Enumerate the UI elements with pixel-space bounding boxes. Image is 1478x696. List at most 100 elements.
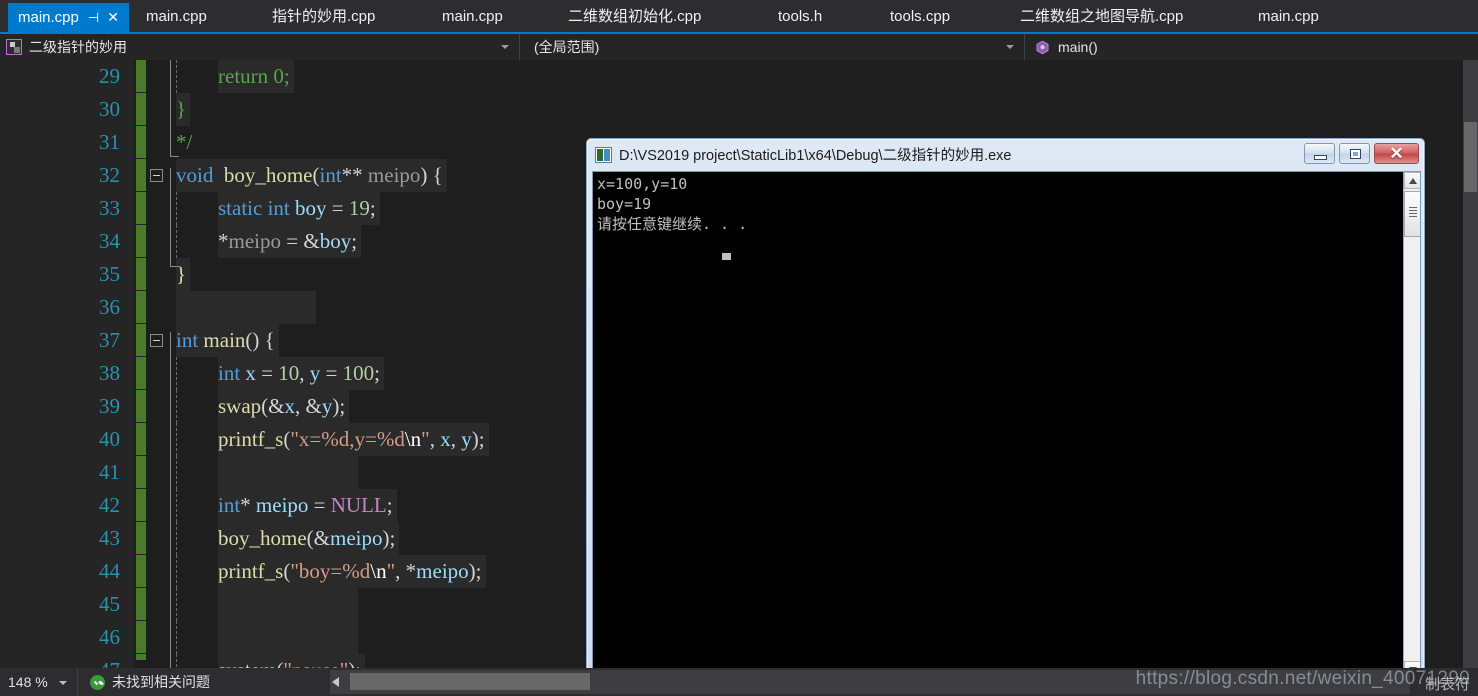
- code-text-wrapper: printf_s("x=%d,y=%d\n", x, y);: [218, 423, 489, 456]
- editor-tab-label: main.cpp: [146, 8, 207, 25]
- code-token: =: [308, 493, 331, 517]
- code-token: \n: [404, 427, 422, 451]
- issue-status-text: 未找到相关问题: [112, 674, 210, 690]
- code-token: ": [421, 427, 430, 451]
- code-text: *meipo = &boy;: [218, 225, 362, 258]
- code-token: ;: [369, 196, 376, 220]
- code-token: () {: [245, 328, 275, 352]
- code-token: meipo: [228, 229, 282, 253]
- horizontal-scrollbar-thumb[interactable]: [350, 673, 590, 690]
- line-number: 47: [0, 654, 120, 668]
- code-token: int: [176, 328, 199, 352]
- code-token: printf_s: [218, 427, 284, 451]
- console-window[interactable]: D:\VS2019 project\StaticLib1\x64\Debug\二…: [586, 138, 1425, 683]
- indent-guide: [176, 588, 177, 621]
- console-title-text: D:\VS2019 project\StaticLib1\x64\Debug\二…: [619, 148, 1012, 164]
- code-token: *: [218, 229, 229, 253]
- code-token: NULL: [330, 493, 387, 517]
- code-text: printf_s("x=%d,y=%d\n", x, y);: [218, 423, 489, 456]
- editor-tab-7[interactable]: 二维数组之地图导航.cpp: [1010, 1, 1193, 32]
- collapse-toggle[interactable]: [150, 334, 163, 347]
- scroll-left-arrow-icon[interactable]: [332, 677, 339, 687]
- editor-tab-0[interactable]: main.cpp ⊣ ✕: [8, 3, 129, 32]
- chevron-down-icon[interactable]: [1006, 45, 1014, 49]
- console-scrollbar[interactable]: [1403, 172, 1420, 678]
- editor-tab-2[interactable]: 指针的妙用.cpp: [262, 1, 385, 32]
- console-scroll-up-button[interactable]: [1404, 172, 1420, 189]
- line-number: 30: [99, 97, 120, 121]
- cmd-icon: [595, 146, 612, 163]
- code-token: system: [218, 658, 276, 668]
- project-selector[interactable]: 二级指针的妙用: [0, 34, 520, 60]
- zoom-level-selector[interactable]: 148 %: [0, 668, 78, 696]
- editor-tab-6[interactable]: tools.cpp: [880, 1, 960, 32]
- minimize-button[interactable]: [1304, 143, 1335, 164]
- line-number: 35: [99, 262, 120, 286]
- code-token: int: [218, 361, 241, 385]
- issue-status[interactable]: 未找到相关问题: [78, 668, 210, 696]
- indent-guide: [176, 423, 177, 456]
- minimize-icon: [1314, 155, 1327, 160]
- editor-scrollbar-thumb[interactable]: [1464, 122, 1477, 192]
- code-token: x: [284, 394, 296, 418]
- line-number: 40: [99, 427, 120, 451]
- triangle-up-icon: [1409, 178, 1417, 184]
- line-number: 32: [99, 163, 120, 187]
- editor-tab-4[interactable]: 二维数组初始化.cpp: [558, 1, 711, 32]
- code-text: boy_home(&meipo);: [218, 522, 400, 555]
- code-token: */: [176, 130, 193, 154]
- indent-guide: [176, 555, 177, 588]
- editor-tab-5[interactable]: tools.h: [768, 1, 832, 32]
- code-token: static: [218, 196, 263, 220]
- editor-vertical-scrollbar[interactable]: [1463, 60, 1478, 668]
- code-line[interactable]: 29 return 0;: [0, 60, 1478, 93]
- code-token: ,: [299, 361, 310, 385]
- editor-tab-1[interactable]: main.cpp: [136, 1, 217, 32]
- collapse-toggle[interactable]: [150, 169, 163, 182]
- code-token: **: [341, 163, 363, 187]
- project-icon: [6, 39, 22, 55]
- code-text: [218, 456, 358, 489]
- close-icon[interactable]: ✕: [107, 9, 119, 26]
- code-token: , &: [295, 394, 322, 418]
- code-token: meipo: [416, 559, 469, 583]
- scope-name: (全局范围): [534, 39, 600, 55]
- code-token: meipo: [329, 526, 383, 550]
- code-token: ;: [374, 361, 380, 385]
- editor-tab-8[interactable]: main.cpp: [1248, 1, 1329, 32]
- indent-guide: [176, 489, 177, 522]
- editor-tab-label: tools.cpp: [890, 8, 951, 25]
- scope-bracket-foot: [170, 156, 179, 157]
- code-token: ,: [429, 427, 441, 451]
- project-name: 二级指针的妙用: [29, 39, 127, 55]
- pin-icon[interactable]: ⊣: [88, 10, 99, 26]
- code-token: meipo: [362, 163, 421, 187]
- code-token: y: [309, 361, 321, 385]
- maximize-button[interactable]: [1339, 143, 1370, 164]
- close-button[interactable]: ✕: [1374, 143, 1419, 164]
- console-scrollbar-thumb[interactable]: [1404, 191, 1420, 237]
- code-token: main: [203, 328, 246, 352]
- scope-selector[interactable]: (全局范围): [520, 34, 1025, 60]
- code-text: static int boy = 19;: [218, 192, 380, 225]
- chevron-down-icon[interactable]: [59, 681, 67, 685]
- code-token: int: [267, 196, 290, 220]
- chevron-down-icon[interactable]: [501, 45, 509, 49]
- code-token: void: [176, 163, 214, 187]
- code-token: ": [386, 559, 396, 583]
- editor-tab-bar: main.cpp ⊣ ✕ main.cpp 指针的妙用.cpp main.cpp 二维数组初…: [0, 0, 1478, 33]
- code-token: =: [326, 196, 349, 220]
- console-output-area[interactable]: x=100,y=10 boy=19 请按任意键继续. . .: [592, 171, 1421, 679]
- code-text-wrapper: static int boy = 19;: [218, 192, 380, 225]
- code-text-wrapper: boy_home(&meipo);: [218, 522, 400, 555]
- indent-guide: [176, 357, 177, 390]
- editor-tab-label: 指针的妙用.cpp: [272, 8, 376, 25]
- code-token: "x=%d,y=%d: [290, 427, 405, 451]
- editor-tab-3[interactable]: main.cpp: [432, 1, 513, 32]
- code-line[interactable]: 30}: [0, 93, 1478, 126]
- console-title-bar[interactable]: D:\VS2019 project\StaticLib1\x64\Debug\二…: [587, 139, 1424, 170]
- code-text-wrapper: }: [176, 258, 191, 291]
- editor-horizontal-scrollbar[interactable]: [330, 670, 1410, 694]
- code-token: );: [471, 427, 485, 451]
- member-selector[interactable]: main(): [1025, 34, 1478, 60]
